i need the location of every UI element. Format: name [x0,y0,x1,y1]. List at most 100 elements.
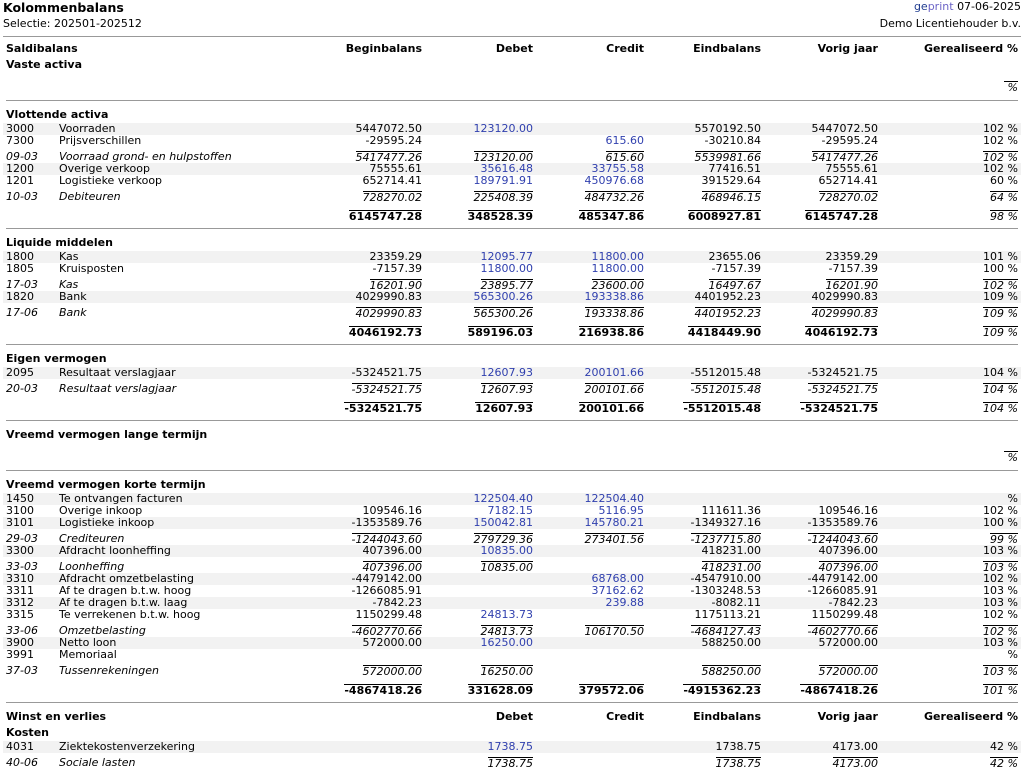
previous-year: -5324521.75 [807,366,878,379]
col-header-begin: Beginbalans [345,42,422,55]
begin-balance: 1150299.48 [355,608,422,621]
organisation-name: Demo Licentiehouder b.v. [879,17,1021,30]
realised-pct: % [1004,81,1018,94]
realised-pct: 98 % [990,210,1018,223]
section-title: Vreemd vermogen lange termijn [6,428,208,441]
end-balance: 391529.64 [701,174,762,187]
account-name: Logistieke inkoop [59,516,155,529]
account-name: Kruisposten [59,262,124,275]
account-code: 40-06 [6,756,38,769]
debet-amount: 331628.09 [467,684,533,697]
account-code: 3101 [6,516,34,529]
end-balance: -4915362.23 [683,684,761,697]
credit-amount: 239.88 [605,596,645,609]
previous-year: 4173.00 [832,740,879,753]
account-code: 10-03 [6,190,38,203]
subtotal-row: 33-06 Omzetbelasting -4602770.66 24813.73 10… [3,621,1021,638]
debet-amount: 11800.00 [480,262,534,275]
account-name: Tussenrekeningen [59,664,159,677]
balance-table: Saldibalans Beginbalans Debet Credit Ein… [3,41,1021,770]
previous-year: -7157.39 [828,262,878,275]
debet-amount: 150042.81 [473,516,534,529]
brand-logo-ge: ge [913,0,928,13]
realised-pct: 42 % [990,757,1018,770]
account-code: 17-06 [6,306,38,319]
account-name: Resultaat verslagjaar [59,382,177,395]
section-divider [3,465,1021,477]
previous-year: -29595.24 [821,134,878,147]
credit-amount: 450976.68 [584,174,645,187]
col-header-vorig: Vorig jaar [817,710,878,723]
debet-amount: 24813.73 [480,608,534,621]
brand-and-date: geprint 07-06-2025 [914,0,1021,14]
debet-amount: 123120.00 [473,122,534,135]
subtotal-row: 29-03 Crediteuren -1244043.60 279729.36 2734… [3,529,1021,546]
section-divider [3,223,1021,235]
subtotal-row: 37-03 Tussenrekeningen 572000.00 16250.00 58… [3,661,1021,678]
begin-balance: 652714.41 [362,174,423,187]
credit-amount: 615.60 [605,134,645,147]
account-name: Prijsverschillen [59,134,142,147]
begin-balance: -29595.24 [365,134,422,147]
previous-year: 4029990.83 [811,290,878,303]
subtotal-row: 17-06 Bank 4029990.83 565300.26 193338.86 440… [3,303,1021,320]
subtotal-row: 09-03 Voorraad grond- en hulpstoffen 54174… [3,147,1021,164]
begin-balance: 407396.00 [362,544,423,557]
section-heading: Liquide middelen [3,235,1021,251]
begin-balance: 4046192.73 [348,326,422,339]
section-heading: Vlottende activa [3,107,1021,123]
col-header-real: Gerealiseerd % [924,710,1018,723]
end-balance: 4418449.90 [687,326,761,339]
table-row: 1201 Logistieke verkoop 652714.41 189791.91… [3,175,1021,187]
section-title: Kosten [6,726,49,739]
debet-amount: 189791.91 [473,174,534,187]
account-code: 3991 [6,648,34,661]
end-balance: 588250.00 [701,636,762,649]
account-name: Debiteuren [59,190,121,203]
begin-balance: 6145747.28 [348,210,422,223]
section-divider [3,339,1021,351]
account-name: Bank [59,306,87,319]
end-balance: 4401952.23 [694,290,761,303]
begin-balance: -1353589.76 [351,516,422,529]
credit-amount: 200101.66 [584,366,645,379]
table-row: 4031 Ziektekostenverzekering 1738.75 1738.7… [3,741,1021,753]
table-row: 3315 Te verrekenen b.t.w. hoog 1150299.48 2… [3,609,1021,621]
account-code: 1820 [6,290,34,303]
account-code: 3315 [6,608,34,621]
subtotal-row: 33-03 Loonheffing 407396.00 10835.00 418231.… [3,557,1021,574]
section-title: Eigen vermogen [6,352,107,365]
brand-logo-print: print [927,0,954,13]
account-name: Sociale lasten [59,756,136,769]
account-code: 4031 [6,740,34,753]
section-title: Vaste activa [6,58,82,71]
end-balance: -7157.39 [711,262,761,275]
begin-balance: -5324521.75 [351,366,422,379]
realised-pct: 102 % [983,134,1018,147]
end-balance: -5512015.48 [683,402,761,415]
col-header-credit: Credit [606,42,644,55]
end-balance: -1349327.16 [690,516,761,529]
credit-amount: 200101.66 [578,402,644,415]
table-row: 2095 Resultaat verslagjaar -5324521.75 1260… [3,367,1021,379]
section-divider [3,697,1021,709]
col-header-real: Gerealiseerd % [924,42,1018,55]
col-header-vorig: Vorig jaar [817,42,878,55]
col-header-name: Winst en verlies [6,710,107,723]
print-date: 07-06-2025 [957,0,1021,13]
section-divider [3,415,1021,427]
subtotal-row: 10-03 Debiteuren 728270.02 225408.39 484732.… [3,187,1021,204]
total-row: -4867418.26 331628.09 379572.06 -4915362.23… [3,677,1021,697]
account-code: 7300 [6,134,34,147]
table-row: 3101 Logistieke inkoop -1353589.76 150042.8… [3,517,1021,529]
table-row: 7300 Prijsverschillen -29595.24 615.60 -3021… [3,135,1021,147]
previous-year: 407396.00 [818,544,879,557]
realised-pct: 102 % [983,608,1018,621]
credit-amount: 11800.00 [591,262,645,275]
credit-amount: 145780.21 [584,516,645,529]
subtotal-row: % [3,73,1021,95]
realised-pct: % [1007,648,1018,661]
end-balance: 1175113.21 [694,608,761,621]
previous-year: -1353589.76 [807,516,878,529]
total-row: 4046192.73 589196.03 216938.86 4418449.90 40… [3,319,1021,339]
